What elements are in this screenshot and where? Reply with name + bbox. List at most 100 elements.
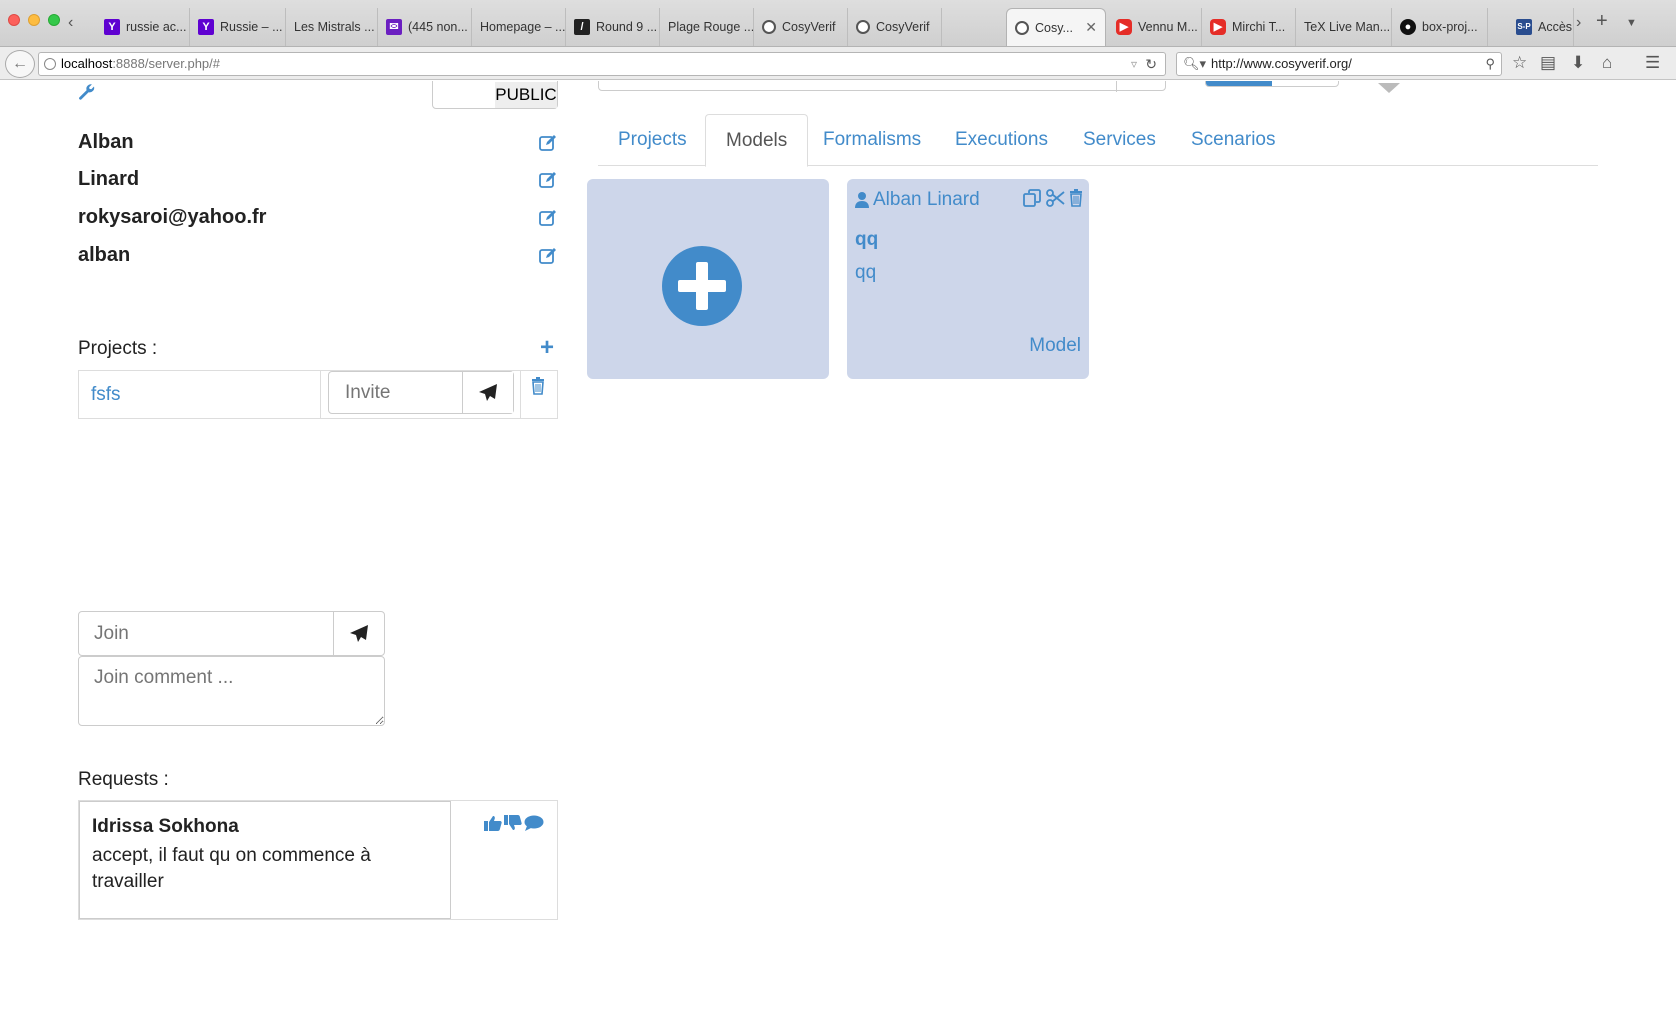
window-close-button[interactable] (8, 14, 20, 26)
main-tabs: Projects Models Formalisms Executions Se… (598, 114, 1598, 167)
send-invite-button[interactable] (462, 372, 513, 413)
join-input[interactable] (79, 612, 333, 655)
tab-formalisms[interactable]: Formalisms (803, 114, 941, 166)
new-tab-icon[interactable]: + (1596, 10, 1608, 33)
trash-icon[interactable] (531, 377, 545, 400)
yahoo-icon: Y (104, 19, 120, 35)
tab-scenarios[interactable]: Scenarios (1171, 114, 1296, 166)
invite-input[interactable] (329, 372, 462, 413)
bookmark-star-icon[interactable]: ☆ (1512, 53, 1527, 73)
url-bar[interactable]: localhost:8888/server.php/# ▿ ↻ (38, 52, 1166, 76)
model-card[interactable]: Alban Linard qq qq Model (847, 179, 1089, 379)
add-project-icon[interactable]: + (540, 334, 554, 362)
request-user: Idrissa Sokhona (92, 816, 239, 837)
request-actions (484, 815, 544, 836)
cosyverif-icon (1015, 20, 1029, 35)
profile-first-name-row: Alban (78, 131, 558, 161)
browser-tab[interactable]: ✉ (445 non... (378, 8, 472, 46)
comment-icon[interactable] (524, 815, 544, 836)
progress-fill (1206, 81, 1272, 86)
last-name: Linard (78, 168, 140, 190)
model-description: qq (855, 262, 877, 283)
youtube-icon: ▶ (1116, 19, 1132, 35)
search-value: http://www.cosyverif.org/ (1211, 56, 1352, 71)
reload-icon[interactable]: ↻ (1145, 53, 1157, 75)
user-icon (855, 192, 869, 208)
browser-tab[interactable]: Plage Rouge ... (660, 8, 754, 46)
browser-tab[interactable]: ● box-proj... (1392, 8, 1488, 46)
sp-site-icon: S-P (1516, 19, 1532, 35)
tab-scroll-left-icon[interactable]: ‹ (68, 14, 73, 32)
browser-tab[interactable]: CosyVerif (848, 8, 942, 46)
browser-tab[interactable]: ▶ Mirchi T... (1202, 8, 1296, 46)
requests-heading: Requests : (78, 769, 169, 790)
model-owner[interactable]: Alban Linard (855, 189, 980, 211)
tab-scroll-right-icon[interactable]: › (1576, 14, 1581, 32)
browser-tab-active[interactable]: Cosy... ✕ (1006, 8, 1106, 46)
trash-icon[interactable] (1069, 189, 1083, 212)
tab-label: TeX Live Man... (1304, 20, 1391, 34)
thumbs-down-icon[interactable] (504, 815, 522, 836)
tab-projects[interactable]: Projects (598, 114, 707, 166)
download-icon[interactable]: ⬇ (1571, 53, 1585, 73)
edit-icon[interactable] (538, 133, 558, 153)
copy-icon[interactable] (1023, 189, 1042, 212)
tab-label: box-proj... (1422, 20, 1478, 34)
tab-executions[interactable]: Executions (935, 114, 1068, 166)
send-join-button[interactable] (333, 612, 384, 655)
plus-circle-icon[interactable] (662, 246, 742, 326)
browser-tab[interactable]: Yrussie ac... (96, 8, 190, 46)
model-type[interactable]: Model (1029, 335, 1081, 357)
edit-icon[interactable] (538, 246, 558, 266)
bookmarks-list-icon[interactable]: ▤ (1540, 53, 1556, 73)
divider (1116, 81, 1117, 92)
thumbs-up-icon[interactable] (484, 815, 502, 836)
close-tab-icon[interactable]: ✕ (1085, 19, 1097, 36)
window-minimize-button[interactable] (28, 14, 40, 26)
search-icon[interactable]: ⚲ (1485, 53, 1495, 75)
new-model-card[interactable] (587, 179, 829, 379)
edit-icon[interactable] (538, 208, 558, 228)
url-dropdown-icon[interactable]: ▿ (1131, 53, 1137, 75)
tab-label: Homepage – ... (480, 20, 566, 34)
caret-down-icon[interactable] (1378, 83, 1400, 93)
globe-icon (44, 58, 56, 70)
cut-icon[interactable] (1046, 189, 1065, 212)
visibility-toggle[interactable]: PUBLIC (432, 81, 558, 109)
youtube-icon: ▶ (1210, 19, 1226, 35)
browser-tab[interactable]: ▶ Vennu M... (1108, 8, 1202, 46)
profile-last-name-row: Linard (78, 168, 558, 198)
tab-models[interactable]: Models (705, 114, 809, 167)
browser-tab-bar: ‹ Yrussie ac... Y Russie – ... Les Mistra… (0, 0, 1676, 47)
model-title[interactable]: qq (855, 229, 878, 251)
tab-list-icon[interactable]: ▼ (1626, 17, 1637, 29)
tab-services[interactable]: Services (1063, 114, 1176, 166)
edit-icon[interactable] (538, 170, 558, 190)
divider (320, 371, 321, 418)
window-zoom-button[interactable] (48, 14, 60, 26)
search-bar[interactable]: 🔍︎▾ http://www.cosyverif.org/ ⚲ (1176, 52, 1502, 76)
browser-tab[interactable]: S-P Accès (1508, 8, 1574, 46)
menu-icon[interactable]: ☰ (1645, 53, 1660, 73)
browser-tab[interactable]: Y Russie – ... (190, 8, 286, 46)
home-icon[interactable]: ⌂ (1602, 53, 1612, 73)
browser-tab[interactable]: Homepage – ... (472, 8, 566, 46)
visibility-label: PUBLIC (495, 82, 557, 108)
tab-label: CosyVerif (782, 20, 836, 34)
url-path: :8888/server.php/# (112, 56, 221, 71)
wrench-icon[interactable] (78, 83, 96, 106)
join-comment-textarea[interactable] (78, 656, 385, 726)
model-owner-name: Alban Linard (873, 189, 980, 210)
browser-tab[interactable]: TeX Live Man... (1296, 8, 1392, 46)
project-link[interactable]: fsfs (91, 384, 121, 406)
browser-tab[interactable]: / Round 9 ... (566, 8, 660, 46)
browser-tab[interactable]: Les Mistrals ... (286, 8, 378, 46)
search-engine-icon[interactable]: 🔍︎▾ (1183, 53, 1206, 75)
tab-label: (445 non... (408, 20, 468, 34)
top-input-group[interactable] (598, 81, 1166, 92)
back-arrow-icon[interactable]: ← (5, 50, 35, 78)
tab-label: CosyVerif (876, 20, 930, 34)
tab-label: Round 9 ... (596, 20, 658, 34)
browser-tab[interactable]: CosyVerif (754, 8, 848, 46)
paper-plane-icon (479, 383, 497, 401)
